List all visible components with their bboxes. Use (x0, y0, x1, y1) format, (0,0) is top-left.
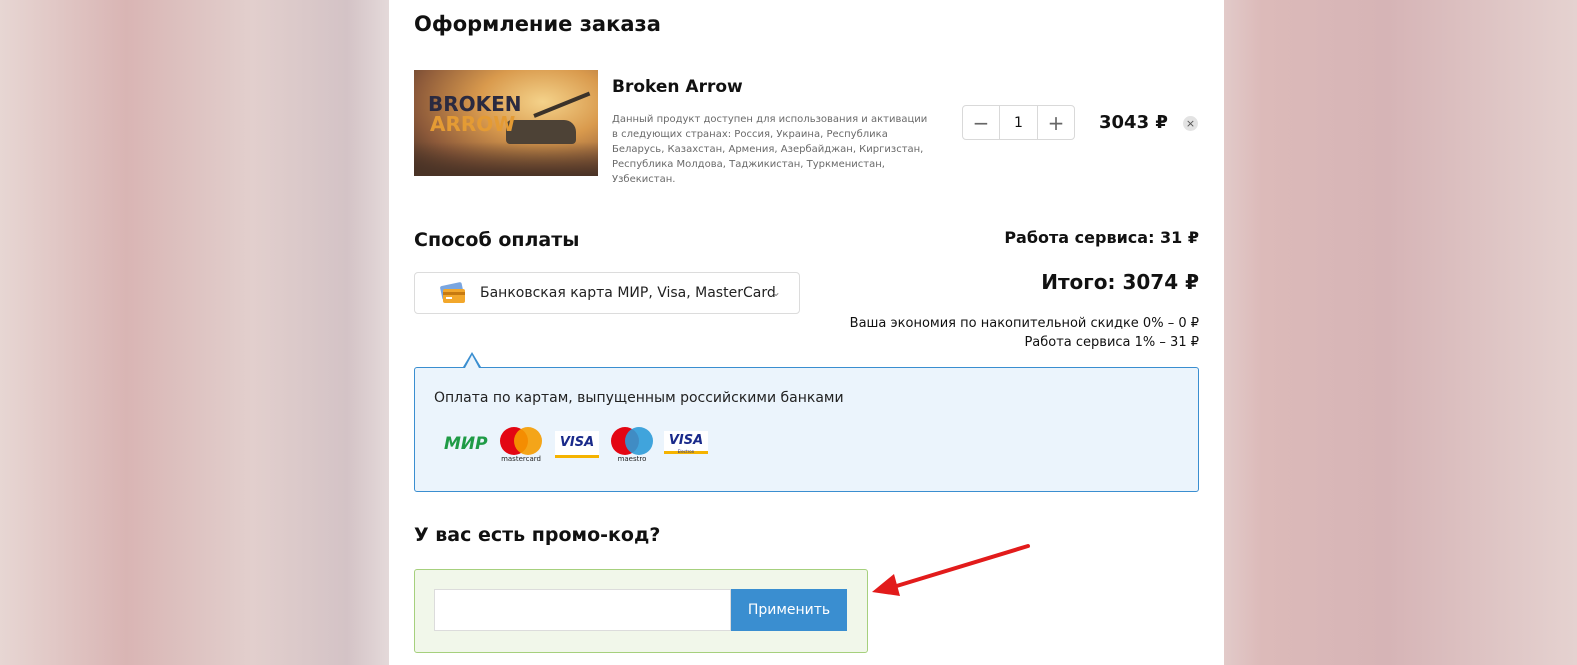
electron-label: Electron (677, 449, 695, 454)
chevron-down-icon: ⌄ (771, 285, 782, 299)
apply-promo-button[interactable]: Применить (731, 589, 847, 631)
promo-code-input[interactable] (434, 589, 731, 631)
remove-item-button[interactable]: × (1183, 116, 1198, 131)
product-description: Данный продукт доступен для использовани… (612, 114, 928, 185)
product-name[interactable]: Broken Arrow (612, 77, 743, 97)
cards-note: Оплата по картам, выпущенным российскими… (434, 390, 844, 406)
total-label: Итого: (1041, 270, 1116, 294)
page-title: Оформление заказа (414, 12, 661, 36)
promo-title: У вас есть промо-код? (414, 524, 661, 546)
annotation-arrow-icon (872, 544, 1030, 596)
service-percent-note: Работа сервиса 1% – 31 ₽ (1024, 335, 1199, 350)
payment-method-select[interactable]: Банковская карта МИР, Visa, MasterCard ⌄ (414, 272, 800, 314)
mastercard-logo-text: mastercard (501, 455, 541, 463)
tank-graphic (506, 120, 576, 144)
image-title-line2: ARROW (430, 112, 516, 136)
visa-electron-logo: VISA Electron (664, 431, 708, 458)
maestro-logo: maestro (611, 427, 653, 463)
bank-card-icon (440, 282, 465, 303)
product-image: BROKEN ARROW (414, 70, 598, 176)
service-fee: Работа сервиса: 31 ₽ (1004, 228, 1199, 247)
payment-method-label: Банковская карта МИР, Visa, MasterCard (480, 285, 776, 301)
order-total: Итого: 3074 ₽ (1041, 270, 1199, 294)
quantity-value[interactable]: 1 (999, 106, 1038, 139)
total-value: 3074 ₽ (1122, 270, 1199, 294)
visa-logo: VISA (555, 431, 599, 458)
increase-quantity-button[interactable]: + (1038, 106, 1074, 139)
mastercard-logo: mastercard (500, 427, 542, 463)
tank-barrel-graphic (533, 91, 591, 118)
maestro-logo-text: maestro (618, 455, 647, 463)
mir-logo: МИР (444, 434, 488, 454)
decrease-quantity-button[interactable]: − (963, 106, 999, 139)
payment-method-title: Способ оплаты (414, 229, 580, 251)
savings-note: Ваша экономия по накопительной скидке 0%… (849, 316, 1199, 331)
callout-notch-fill (465, 355, 479, 368)
ground-graphic (414, 142, 598, 176)
quantity-stepper: − 1 + (962, 105, 1075, 140)
product-price: 3043 ₽ (1099, 112, 1168, 133)
